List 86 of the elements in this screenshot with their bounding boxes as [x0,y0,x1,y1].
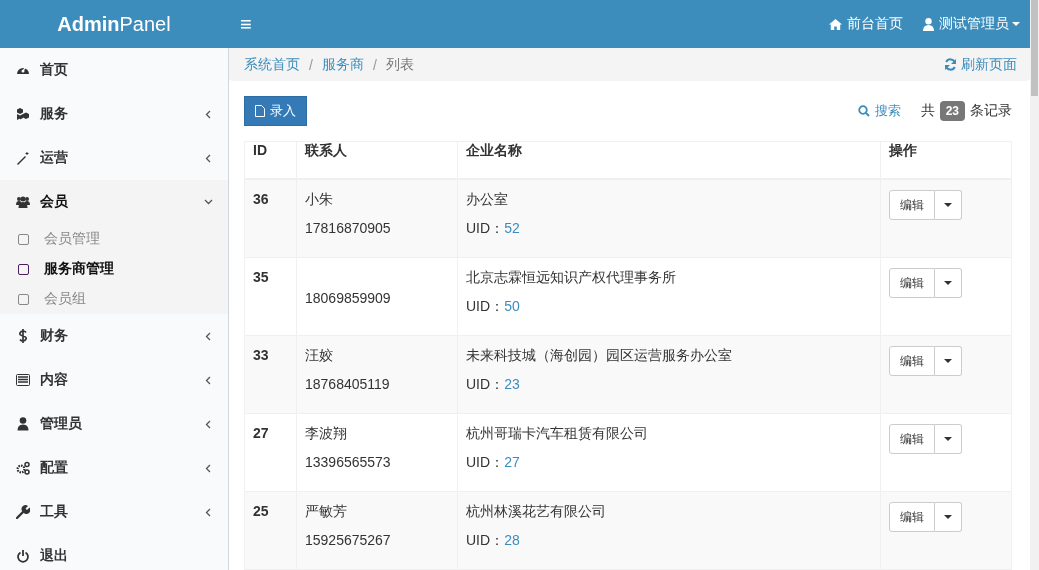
search-icon [857,105,870,117]
table-cell: 33 [244,335,297,414]
breadcrumb-separator: / [371,56,378,73]
user-menu[interactable]: 测试管理员 [913,0,1030,48]
total-label: 条记录 [970,102,1012,120]
uid-link[interactable]: 27 [504,454,520,470]
dropdown-button[interactable] [935,268,962,298]
home-icon [829,18,842,30]
square-icon [18,293,29,305]
uid-link[interactable]: 52 [504,220,520,236]
caret-icon [944,203,952,207]
phone-number: 17816870905 [305,219,392,238]
home-link[interactable]: 前台首页 [819,0,913,48]
contact-name: 小朱 [305,190,334,209]
dollar-icon [16,329,30,343]
table-cell: 35 [244,257,297,336]
uid-text: UID：50 [466,297,521,316]
uid-text: UID：28 [466,531,521,550]
contact-name: 李波翔 [305,424,348,443]
breadcrumb-link[interactable]: 系统首页 [244,55,300,74]
search-link[interactable]: 搜索 [857,102,901,120]
caret-icon [1012,22,1020,26]
sidebar-item[interactable]: 运营 [0,136,228,180]
edit-button[interactable]: 编辑 [889,346,935,376]
list-icon [16,373,30,387]
dropdown-button[interactable] [935,424,962,454]
square-icon [18,233,29,245]
phone-number: 18069859909 [305,289,392,308]
company-name: 办公室 [466,190,509,209]
sidebar-item[interactable]: 内容 [0,358,228,402]
sidebar-item[interactable]: 工具 [0,490,228,534]
sidebar-item[interactable]: 财务 [0,314,228,358]
sidebar-item[interactable]: 首页 [0,48,228,92]
edit-button[interactable]: 编辑 [889,190,935,220]
table-cell: 25 [244,491,297,570]
uid-link[interactable]: 28 [504,532,520,548]
caret-icon [944,437,952,441]
file-icon [255,105,265,117]
record-count: 23 [939,101,965,121]
caret-icon [944,281,952,285]
company-name: 北京志霖恒远知识产权代理事务所 [466,268,677,287]
contact-name: 严敏芳 [305,502,348,521]
add-button[interactable]: 录入 [244,96,307,126]
scrollbar-thumb[interactable] [1031,0,1038,96]
uid-link[interactable]: 50 [504,298,520,314]
sidebar-item[interactable]: 管理员 [0,402,228,446]
phone-number: 15925675267 [305,531,392,550]
company-name: 未来科技城（海创园）园区运营服务办公室 [466,346,733,365]
edit-button[interactable]: 编辑 [889,424,935,454]
square-icon [18,263,29,275]
total-label: 共 [920,102,935,120]
uid-link[interactable]: 23 [504,376,520,392]
wrench-icon [16,505,30,519]
caret-icon [944,359,952,363]
refresh-icon [944,58,957,71]
sidebar-item[interactable]: 服务 [0,92,228,136]
power-icon [16,549,30,563]
caret-icon [944,515,952,519]
phone-number: 13396565573 [305,453,392,472]
user-icon [16,417,30,431]
app-logo[interactable]: AdminPanel [0,0,228,48]
sidebar-item[interactable]: 退出 [0,534,228,570]
user-icon [923,17,934,31]
refresh-link[interactable]: 刷新页面 [944,55,1017,74]
dropdown-button[interactable] [935,346,962,376]
menu-toggle[interactable]: ≡ [240,12,260,36]
table-cell: 36 [244,179,297,258]
breadcrumb-separator: / [308,56,314,73]
dropdown-button[interactable] [935,502,962,532]
edit-button[interactable]: 编辑 [889,268,935,298]
phone-number: 18768405119 [305,375,391,394]
scrollbar[interactable] [1030,0,1039,570]
users-icon [16,195,30,209]
uid-text: UID：52 [466,219,521,238]
contact-name: 汪姣 [305,346,334,365]
uid-text: UID：23 [466,375,521,394]
sidebar-item[interactable]: 配置 [0,446,228,490]
breadcrumb-current: 列表 [385,55,414,74]
magic-wand-icon [16,151,30,165]
company-name: 杭州哥瑞卡汽车租赁有限公司 [466,424,649,443]
company-name: 杭州林溪花艺有限公司 [466,502,607,521]
uid-text: UID：27 [466,453,521,472]
table-cell: 27 [244,413,297,492]
dropdown-button[interactable] [935,190,962,220]
edit-button[interactable]: 编辑 [889,502,935,532]
submenu-item[interactable]: 服务商管理 [0,254,228,284]
